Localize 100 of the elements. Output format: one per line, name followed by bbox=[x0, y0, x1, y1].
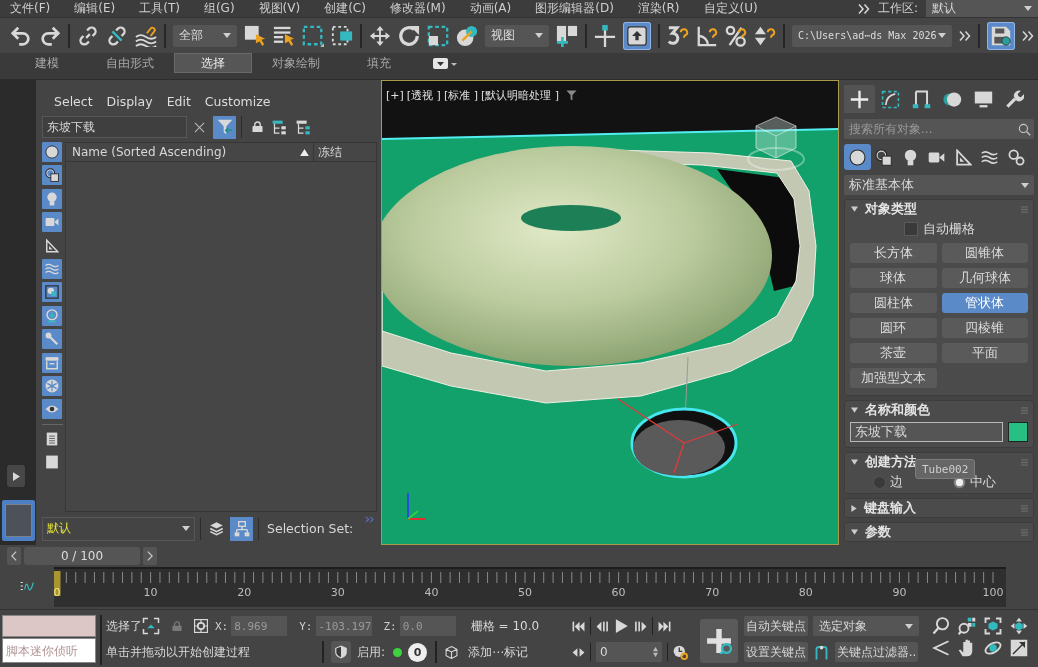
filter-toggle[interactable] bbox=[42, 352, 62, 373]
frame-cube-icon[interactable] bbox=[984, 617, 1002, 635]
menu-item[interactable]: Customize bbox=[204, 93, 271, 109]
filter-toggle[interactable] bbox=[42, 375, 62, 396]
object-type-button[interactable]: 加强型文本 bbox=[850, 368, 937, 388]
filter-toggle[interactable] bbox=[42, 399, 62, 420]
listener-output-field[interactable] bbox=[2, 615, 96, 637]
move-icon[interactable] bbox=[369, 24, 391, 47]
rotate-icon[interactable] bbox=[398, 24, 420, 47]
disc-pin-icon[interactable] bbox=[456, 24, 478, 47]
angle-icon[interactable] bbox=[932, 639, 950, 657]
previous-button[interactable] bbox=[7, 547, 21, 565]
coordinate-system-dropdown[interactable]: 视图 bbox=[485, 24, 549, 47]
scale-icon[interactable] bbox=[427, 24, 449, 47]
menu-item[interactable]: Display bbox=[106, 93, 153, 109]
object-type-button[interactable]: 四棱锥 bbox=[941, 318, 1028, 338]
maximize-icon[interactable] bbox=[1010, 639, 1028, 657]
rollout-title[interactable]: 名称和颜色 bbox=[865, 401, 930, 419]
ribbon-tab[interactable]: 对象绘制 bbox=[257, 53, 335, 73]
layer-dropdown[interactable]: 默认 bbox=[42, 516, 195, 541]
selection-filter-dropdown[interactable]: 全部 bbox=[173, 24, 237, 47]
dashed-rectangle-icon[interactable] bbox=[302, 24, 324, 47]
object-type-button[interactable]: 长方体 bbox=[850, 243, 937, 263]
menu-item[interactable]: 渲染(R) bbox=[637, 1, 680, 16]
adaptive-degradation-button[interactable] bbox=[331, 641, 351, 663]
step-forward-icon[interactable] bbox=[634, 619, 647, 633]
target-icon[interactable] bbox=[194, 619, 208, 633]
radio-label[interactable]: 边 bbox=[890, 473, 903, 491]
object-type-button[interactable]: 管状体 bbox=[941, 293, 1028, 313]
key-filters-button[interactable]: 关键点过滤器.. bbox=[835, 642, 918, 662]
filter-toggle[interactable] bbox=[42, 165, 62, 186]
filter-toggle[interactable] bbox=[42, 212, 62, 233]
filter-toggle[interactable] bbox=[42, 142, 62, 162]
magnifier-icon[interactable] bbox=[932, 617, 950, 635]
viewport-label[interactable]: [透视 ] bbox=[406, 88, 441, 103]
viewport-label[interactable]: [默认明暗处理 ] bbox=[481, 88, 560, 103]
undo-icon[interactable] bbox=[10, 24, 32, 47]
magnifier-grid-icon[interactable] bbox=[958, 617, 976, 635]
caret-icon[interactable] bbox=[851, 459, 858, 465]
menu-item[interactable]: 文件(F) bbox=[10, 1, 51, 16]
category-dropdown[interactable]: 标准基本体 bbox=[844, 175, 1034, 195]
list-cursor-icon[interactable] bbox=[273, 24, 295, 47]
link-icon[interactable] bbox=[77, 24, 99, 47]
viewport-label[interactable]: [标准 ] bbox=[443, 88, 478, 103]
cube-icon[interactable] bbox=[445, 645, 459, 659]
clock-icon[interactable] bbox=[673, 644, 688, 660]
ribbon-tab[interactable]: 选择 bbox=[174, 53, 252, 73]
viewport-label[interactable]: [+] bbox=[386, 89, 404, 102]
search-icon[interactable] bbox=[1018, 122, 1031, 136]
set-key-button[interactable]: 设置关键点 bbox=[744, 642, 808, 662]
menu-item[interactable]: 动画(A) bbox=[469, 1, 512, 16]
layers-icon[interactable] bbox=[209, 521, 224, 536]
ribbon-tab[interactable]: 填充 bbox=[340, 53, 418, 73]
category-tab[interactable] bbox=[844, 144, 871, 170]
filter-toggle[interactable] bbox=[42, 305, 62, 326]
hierarchy-button[interactable] bbox=[230, 516, 253, 541]
angle-snap-icon[interactable] bbox=[696, 24, 718, 47]
search-field[interactable]: 搜索所有对象... bbox=[844, 119, 1034, 139]
object-type-button[interactable]: 圆环 bbox=[850, 318, 937, 338]
menu-item[interactable]: 修改器(M) bbox=[389, 1, 446, 16]
create-tab[interactable] bbox=[844, 85, 875, 113]
arch-icon[interactable] bbox=[814, 643, 829, 661]
menu-item[interactable]: 组(G) bbox=[203, 1, 235, 16]
checkbox-label[interactable]: 自动栅格 bbox=[922, 220, 975, 238]
ribbon-tab[interactable]: 建模 bbox=[8, 53, 86, 73]
radio-button[interactable] bbox=[873, 475, 886, 489]
listener-input-field[interactable]: 脚本迷你侦听 bbox=[2, 638, 96, 663]
object-type-button[interactable]: 平面 bbox=[941, 343, 1028, 363]
column-header[interactable]: 冻结 bbox=[318, 143, 342, 161]
color-swatch-icon[interactable] bbox=[1008, 422, 1028, 442]
crosshair-icon[interactable] bbox=[594, 24, 616, 47]
key-button[interactable] bbox=[700, 619, 738, 663]
redo-icon[interactable] bbox=[39, 24, 61, 47]
column-header[interactable]: Name (Sorted Ascending) bbox=[72, 145, 227, 159]
name-field[interactable]: 东坡下载 bbox=[850, 422, 1003, 442]
caret-icon[interactable] bbox=[851, 504, 857, 512]
tree-icon[interactable] bbox=[272, 119, 287, 135]
menu-item[interactable]: Edit bbox=[166, 93, 191, 109]
menu-item[interactable]: 工具(T) bbox=[139, 1, 180, 16]
expand-button[interactable] bbox=[7, 465, 25, 487]
shortcut-toggle-button[interactable] bbox=[623, 21, 651, 50]
select-cursor-icon[interactable] bbox=[244, 24, 266, 47]
menu-item[interactable]: Select bbox=[54, 93, 93, 109]
snap-icon[interactable] bbox=[667, 24, 689, 47]
unlink-icon[interactable] bbox=[106, 24, 128, 47]
rollout-title[interactable]: 参数 bbox=[865, 523, 891, 541]
filter-toggle[interactable] bbox=[42, 188, 62, 209]
menu-item[interactable]: 编辑(E) bbox=[74, 1, 116, 16]
filter-toggle[interactable] bbox=[42, 282, 62, 303]
object-type-button[interactable]: 几何球体 bbox=[941, 268, 1028, 288]
next-button[interactable] bbox=[143, 547, 157, 565]
dashed-square-fill-icon[interactable] bbox=[331, 24, 353, 47]
ribbon-options-icon[interactable] bbox=[433, 57, 457, 70]
step-back-icon[interactable] bbox=[596, 619, 609, 633]
skip-start-icon[interactable] bbox=[572, 619, 585, 633]
ribbon-tab[interactable]: 自由形式 bbox=[91, 53, 169, 73]
tree-icon[interactable] bbox=[296, 119, 311, 135]
current-frame-field[interactable]: 0 bbox=[596, 642, 662, 662]
save-button[interactable] bbox=[987, 21, 1015, 50]
add-tag-label[interactable]: 添加⋯标记 bbox=[468, 643, 529, 661]
